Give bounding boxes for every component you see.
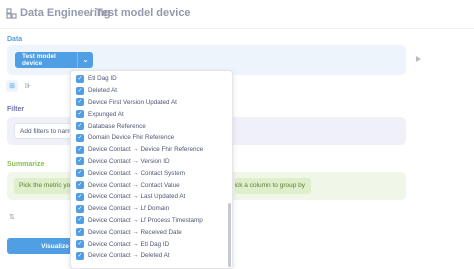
column-option[interactable]: ✓ Etl Dag ID	[71, 73, 226, 85]
sort-icon[interactable]: ⇅	[9, 213, 15, 221]
column-option[interactable]: ✓ Device First Version Updated At	[71, 97, 226, 109]
column-option[interactable]: ✓ Device Contact → Lf Domain	[71, 203, 226, 215]
column-option-label: Device Contact → Contact Value	[88, 181, 180, 189]
column-option[interactable]: ✓ Device Contact → Device Fhir Reference	[71, 144, 226, 156]
column-option-label: Device Contact → Version ID	[88, 157, 170, 165]
column-option-label: Device Contact → Received Date	[88, 228, 182, 236]
custom-column-icon[interactable]: ⊪	[22, 80, 34, 92]
checkbox-checked-icon[interactable]: ✓	[76, 74, 84, 83]
column-option-label: Device Contact → Deleted At	[88, 252, 170, 260]
column-option-label: Expunged At	[88, 110, 124, 118]
checkbox-checked-icon[interactable]: ✓	[76, 251, 84, 260]
data-section-label: Data	[7, 36, 23, 43]
column-option[interactable]: ✓ Device Contact → Version ID	[71, 156, 226, 168]
column-picker-dropdown: ✓ Etl Dag ID ✓ Deleted At ✓ Device First Vers…	[70, 70, 233, 269]
column-option[interactable]: ✓ Device Contact → Contact Value	[71, 179, 226, 191]
column-option[interactable]: ✓ Device Contact → Deleted At	[71, 250, 226, 262]
column-option-label: Device Contact → Lf Process Timestamp	[88, 216, 203, 224]
column-option-label: Device Contact → Last Updated At	[88, 193, 186, 201]
breadcrumb-separator: /	[89, 7, 93, 19]
join-data-icon[interactable]: ⊞	[6, 80, 18, 92]
breadcrumb-model[interactable]: Test model device	[96, 7, 191, 19]
column-option-label: Device Contact → Device Fhir Reference	[88, 146, 204, 154]
checkbox-checked-icon[interactable]: ✓	[76, 169, 84, 178]
column-option-label: Device Contact → Contact System	[88, 169, 185, 177]
checkbox-checked-icon[interactable]: ✓	[76, 98, 84, 107]
column-option[interactable]: ✓ Deleted At	[71, 85, 226, 97]
header-bar: Data Engineering / Test model device	[0, 0, 474, 28]
checkbox-checked-icon[interactable]: ✓	[76, 216, 84, 225]
column-option[interactable]: ✓ Domain Device Fhir Reference	[71, 132, 226, 144]
column-option[interactable]: ✓ Device Contact → Received Date	[71, 226, 226, 238]
column-option-label: Device Contact → Lf Domain	[88, 205, 170, 213]
column-option[interactable]: ✓ Expunged At	[71, 108, 226, 120]
checkbox-checked-icon[interactable]: ✓	[76, 181, 84, 190]
checkbox-checked-icon[interactable]: ✓	[76, 204, 84, 213]
checkbox-checked-icon[interactable]: ✓	[76, 110, 84, 119]
table-select-button[interactable]: Test model device ⌄	[15, 52, 93, 68]
checkbox-checked-icon[interactable]: ✓	[76, 157, 84, 166]
checkbox-checked-icon[interactable]: ✓	[76, 240, 84, 249]
header-divider	[0, 28, 474, 29]
column-option[interactable]: ✓ Device Contact → Etl Dag ID	[71, 238, 226, 250]
column-option[interactable]: ✓ Device Contact → Lf Process Timestamp	[71, 215, 226, 227]
group-by-button[interactable]: ick a column to group by	[235, 178, 311, 194]
preview-play-icon[interactable]	[416, 56, 421, 62]
checkbox-checked-icon[interactable]: ✓	[76, 192, 84, 201]
column-option-label: Device Contact → Etl Dag ID	[88, 240, 170, 248]
filter-section-label: Filter	[7, 106, 25, 113]
column-option-label: Device First Version Updated At	[88, 98, 177, 106]
checkbox-checked-icon[interactable]: ✓	[76, 133, 84, 142]
checkbox-checked-icon[interactable]: ✓	[76, 122, 84, 131]
checkbox-checked-icon[interactable]: ✓	[76, 86, 84, 95]
database-icon	[6, 8, 17, 19]
column-option-label: Etl Dag ID	[88, 75, 117, 83]
checkbox-checked-icon[interactable]: ✓	[76, 145, 84, 154]
column-option[interactable]: ✓ Database Reference	[71, 120, 226, 132]
checkbox-checked-icon[interactable]: ✓	[76, 228, 84, 237]
table-select-label: Test model device	[22, 53, 56, 67]
column-option-label: Database Reference	[88, 122, 146, 130]
column-option-label: Domain Device Fhir Reference	[88, 134, 175, 142]
column-option[interactable]: ✓ Device Contact → Last Updated At	[71, 191, 226, 203]
column-option[interactable]: ✓ Device Contact → Contact System	[71, 167, 226, 179]
chevron-down-icon[interactable]: ⌄	[77, 52, 93, 68]
dropdown-scrollbar[interactable]	[228, 203, 231, 267]
summarize-section-label: Summarize	[7, 161, 45, 168]
column-option-label: Deleted At	[88, 87, 118, 95]
